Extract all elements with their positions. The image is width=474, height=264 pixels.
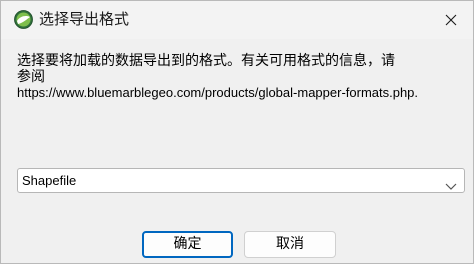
cancel-button[interactable]: 取消 [244, 231, 336, 258]
close-icon [445, 11, 457, 30]
close-button[interactable] [429, 1, 473, 39]
format-select-value: Shapefile [22, 173, 77, 188]
format-select[interactable]: Shapefile [17, 168, 465, 193]
chevron-down-icon[interactable] [445, 176, 457, 190]
window-title: 选择导出格式 [39, 10, 130, 28]
instruction-line-2: 参阅 [17, 69, 45, 85]
globe-mapper-app-icon [14, 10, 33, 29]
formats-url: https://www.bluemarblegeo.com/products/g… [17, 85, 419, 100]
export-format-dialog: 选择导出格式 选择要将加载的数据导出到的格式。有关可用格式的信息，请 参阅 ht… [0, 0, 474, 264]
title-bar[interactable]: 选择导出格式 [1, 1, 473, 39]
instruction-message: 选择要将加载的数据导出到的格式。有关可用格式的信息，请 参阅 https://w… [17, 53, 457, 101]
instruction-line-1: 选择要将加载的数据导出到的格式。有关可用格式的信息，请 [17, 53, 395, 69]
ok-button[interactable]: 确定 [142, 231, 233, 258]
